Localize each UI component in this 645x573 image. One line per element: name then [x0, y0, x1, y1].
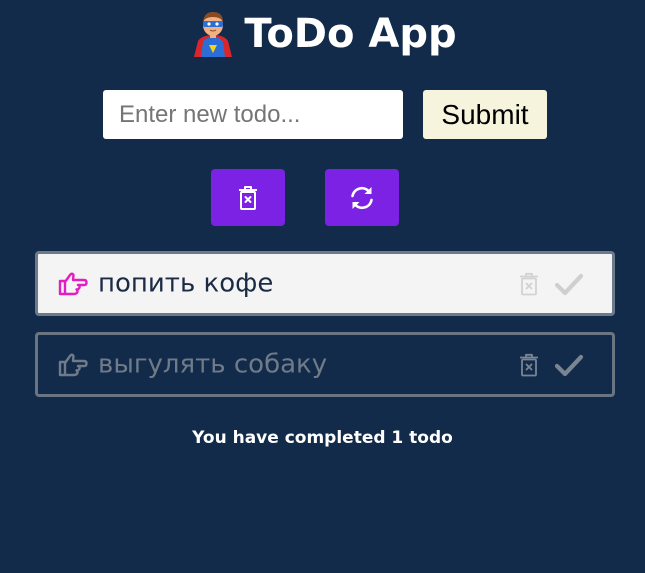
hand-point-right-icon — [58, 272, 88, 295]
todo-app: ToDo App Submit попить кофе — [0, 0, 645, 573]
delete-todo-icon[interactable] — [518, 353, 540, 377]
submit-button[interactable]: Submit — [423, 90, 547, 139]
todo-item[interactable]: попить кофе — [35, 251, 615, 316]
app-title: ToDo App — [244, 11, 457, 57]
todo-item[interactable]: выгулять собаку — [35, 332, 615, 397]
complete-todo-icon[interactable] — [554, 353, 584, 377]
delete-todo-icon[interactable] — [518, 272, 540, 296]
app-header: ToDo App — [0, 8, 645, 60]
superhero-emoji-icon — [194, 12, 233, 57]
clear-completed-button[interactable] — [211, 169, 285, 226]
refresh-icon — [351, 186, 373, 209]
trash-x-icon — [239, 185, 257, 210]
complete-todo-icon[interactable] — [554, 272, 584, 296]
hand-point-right-icon — [58, 353, 88, 376]
todo-text: выгулять собаку — [98, 348, 328, 379]
new-todo-input[interactable] — [103, 90, 403, 139]
refresh-button[interactable] — [325, 169, 399, 226]
completed-status-text: You have completed 1 todo — [192, 428, 453, 448]
todo-text: попить кофе — [98, 267, 274, 298]
